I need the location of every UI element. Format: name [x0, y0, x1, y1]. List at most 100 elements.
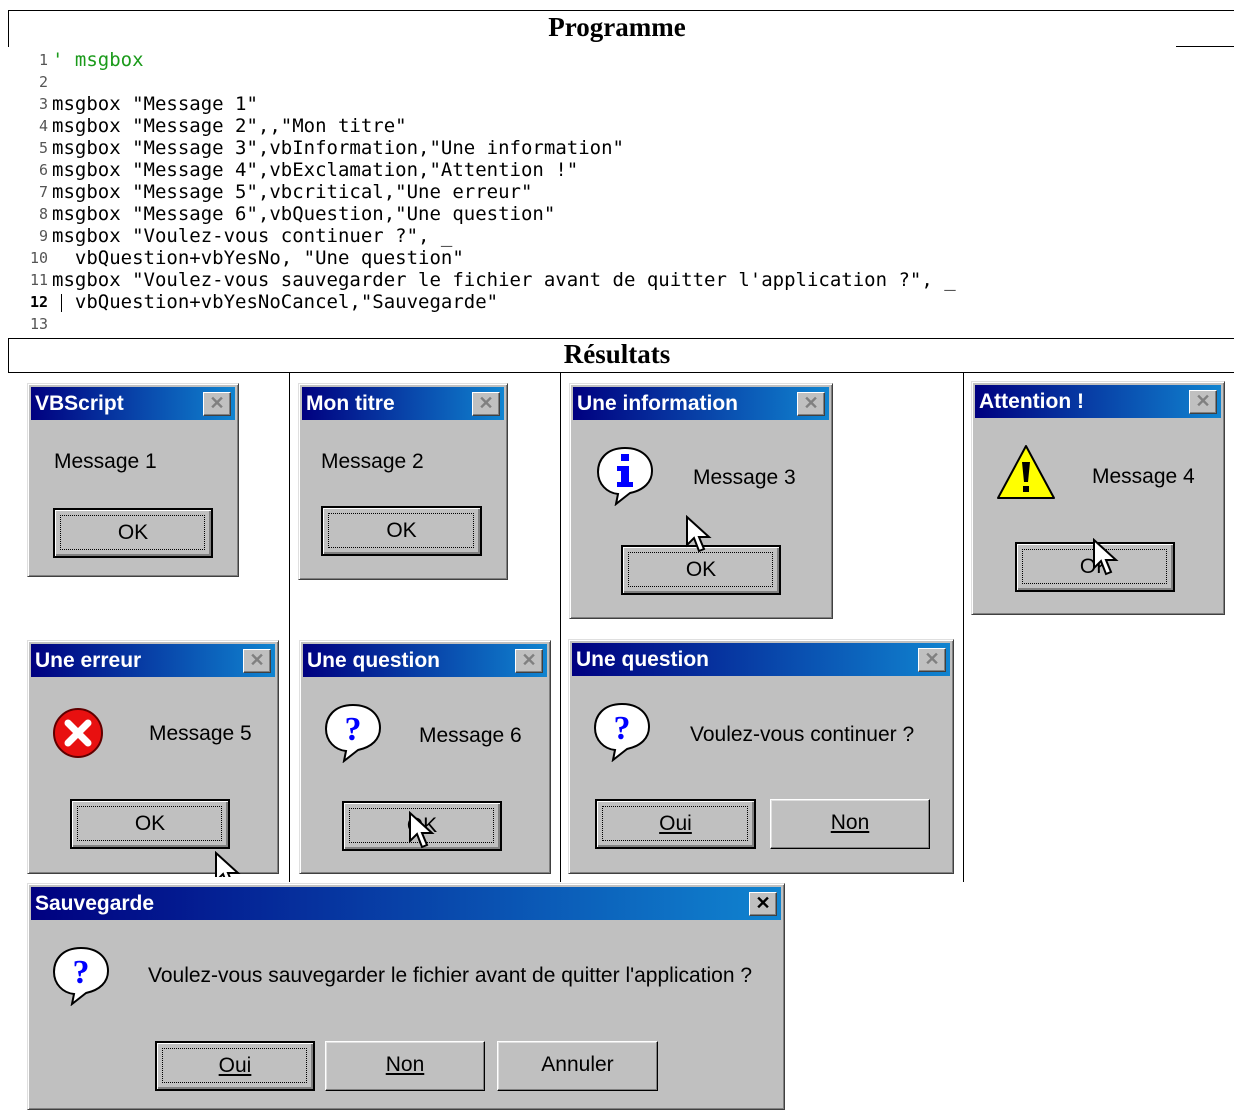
code-text: msgbox "Message 5",vbcritical,"Une erreu… — [52, 181, 533, 203]
yes-button[interactable]: Oui — [155, 1041, 315, 1091]
yes-label: Oui — [659, 812, 692, 835]
mouse-pointer-icon — [215, 851, 241, 877]
line-number: 4 — [38, 117, 48, 135]
column-divider — [560, 372, 561, 882]
dialog-message: Message 2 — [321, 450, 424, 473]
ok-label: OK — [1079, 555, 1111, 578]
dialog-message: Message 1 — [54, 450, 157, 473]
information-icon — [596, 446, 654, 506]
ok-label: OK — [386, 519, 417, 542]
code-text: msgbox "Message 3",vbInformation,"Une in… — [52, 137, 624, 159]
close-button[interactable]: ✕ — [515, 649, 543, 673]
ok-button[interactable]: OK — [53, 508, 213, 558]
line-number: 1 — [38, 51, 48, 69]
msgbox-dialog: Mon titre ✕ Message 2 OK — [298, 383, 508, 580]
msgbox-dialog: Attention ! ✕ Message 4 OK — [971, 381, 1225, 615]
svg-text:?: ? — [345, 711, 362, 748]
close-button[interactable]: ✕ — [749, 892, 777, 916]
code-text: msgbox "Message 1" — [52, 93, 258, 115]
close-button[interactable]: ✕ — [918, 648, 946, 672]
msgbox-dialog: Une information ✕ Message 3 OK — [569, 383, 833, 619]
error-icon — [53, 708, 103, 758]
cancel-label: Annuler — [541, 1053, 614, 1076]
msgbox-dialog: Une question ✕ ? Voulez-vous continuer ?… — [568, 639, 954, 874]
yes-label: Oui — [218, 1054, 252, 1077]
close-button[interactable]: ✕ — [243, 649, 271, 673]
question-icon: ? — [324, 703, 382, 763]
close-button[interactable]: ✕ — [472, 392, 500, 416]
no-button[interactable]: Non — [325, 1041, 485, 1091]
close-button[interactable]: ✕ — [203, 392, 231, 416]
program-heading: Programme — [548, 12, 686, 42]
program-heading-rule — [1176, 46, 1234, 47]
exclamation-icon — [997, 445, 1055, 499]
no-label: Non — [385, 1053, 425, 1076]
code-text: msgbox "Voulez-vous continuer ?", _ — [52, 225, 453, 247]
line-number: 13 — [29, 315, 48, 333]
dialog-title: VBScript — [35, 392, 124, 415]
ok-button[interactable]: OK — [321, 506, 482, 556]
cancel-button[interactable]: Annuler — [497, 1041, 658, 1091]
dialog-message: Message 5 — [149, 722, 252, 745]
ok-label: OK — [685, 558, 717, 581]
svg-text:?: ? — [614, 710, 631, 747]
code-text: msgbox "Voulez-vous sauvegarder le fichi… — [52, 269, 956, 291]
title-bar: Une information ✕ — [573, 387, 829, 420]
dialog-message: Message 6 — [419, 724, 522, 747]
code-text: msgbox "Message 2",,"Mon titre" — [52, 115, 407, 137]
yes-button[interactable]: Oui — [595, 799, 756, 849]
column-divider — [963, 372, 964, 882]
svg-text:?: ? — [73, 954, 90, 991]
code-text: vbQuestion+vbYesNoCancel,"Sauvegarde" — [52, 291, 499, 313]
code-comment: ' msgbox — [52, 49, 144, 71]
line-number: 11 — [29, 271, 48, 289]
msgbox-dialog: Sauvegarde ✕ ? Voulez-vous sauvegarder l… — [27, 883, 785, 1110]
dialog-title: Mon titre — [306, 392, 395, 415]
title-bar: Une erreur ✕ — [31, 644, 275, 677]
question-icon: ? — [593, 702, 651, 762]
dialog-title: Une question — [307, 649, 441, 672]
no-button[interactable]: Non — [770, 799, 930, 849]
msgbox-dialog: Une erreur ✕ Message 5 OK — [27, 640, 279, 877]
no-label: Non — [830, 811, 870, 834]
line-number: 8 — [38, 205, 48, 223]
dialog-title: Sauvegarde — [35, 892, 155, 915]
results-heading: Résultats — [563, 339, 671, 369]
dialog-title: Une question — [576, 648, 710, 671]
line-number: 3 — [38, 95, 48, 113]
line-number: 9 — [38, 227, 48, 245]
results-heading-rule — [8, 372, 1234, 373]
code-text: vbQuestion+vbYesNo, "Une question" — [52, 247, 464, 269]
title-bar: VBScript ✕ — [31, 387, 235, 420]
dialog-title: Une information — [577, 392, 738, 415]
title-bar: Attention ! ✕ — [975, 385, 1221, 418]
question-icon: ? — [52, 946, 110, 1006]
line-number: 10 — [29, 249, 48, 267]
line-number: 2 — [38, 73, 48, 91]
dialog-message: Voulez-vous sauvegarder le fichier avant… — [148, 964, 753, 987]
ok-label: OK — [406, 814, 438, 837]
dialog-title: Une erreur — [35, 649, 142, 672]
dialog-message: Message 3 — [693, 466, 796, 489]
ok-button[interactable]: OK — [621, 545, 781, 595]
ok-button[interactable]: OK — [342, 801, 502, 851]
line-number: 12 — [29, 293, 48, 311]
ok-button[interactable]: OK — [1015, 542, 1175, 592]
dialog-title: Attention ! — [979, 390, 1084, 413]
close-button[interactable]: ✕ — [1189, 390, 1217, 414]
close-button[interactable]: ✕ — [797, 392, 825, 416]
text-caret — [61, 294, 62, 312]
dialog-message: Voulez-vous continuer ? — [690, 723, 915, 746]
title-bar: Mon titre ✕ — [302, 387, 504, 420]
line-number: 7 — [38, 183, 48, 201]
ok-button[interactable]: OK — [70, 799, 230, 849]
msgbox-dialog: Une question ✕ ? Message 6 OK — [299, 640, 551, 874]
column-divider — [289, 372, 290, 882]
table-top-border — [8, 10, 1234, 11]
code-text: msgbox "Message 6",vbQuestion,"Une quest… — [52, 203, 556, 225]
title-bar: Sauvegarde ✕ — [31, 887, 781, 920]
msgbox-dialog: VBScript ✕ Message 1 OK — [27, 383, 239, 577]
code-text: msgbox "Message 4",vbExclamation,"Attent… — [52, 159, 579, 181]
ok-label: OK — [117, 521, 149, 544]
ok-label: OK — [134, 812, 166, 835]
